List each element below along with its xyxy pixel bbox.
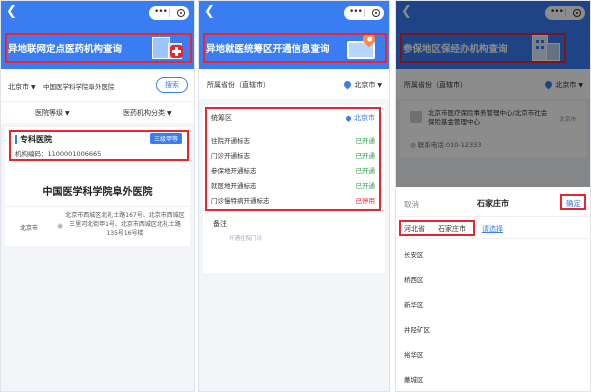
hospital-address: 北京市 ◉ 北京市西城区北礼士路167号、北京市西城区三里河北街甲1号、北京市西… bbox=[5, 206, 190, 246]
search-input[interactable] bbox=[43, 78, 151, 93]
chevron-down-icon: ▼ bbox=[167, 110, 172, 117]
close-target-icon[interactable] bbox=[372, 9, 380, 17]
chevron-down-icon: ▼ bbox=[377, 82, 382, 89]
province-label: 所属省份（直辖市） bbox=[207, 81, 270, 89]
search-button[interactable]: 搜索 bbox=[156, 77, 188, 93]
picker-tabs: 河北省 石家庄市 请选择 bbox=[396, 217, 590, 239]
highlight-box bbox=[9, 130, 189, 161]
hospital-name: 中国医学科学院阜外医院 bbox=[42, 187, 153, 198]
note-text: 开通住院门诊 bbox=[229, 236, 263, 242]
panel-region-query: ❮ ••• 异地就医统筹区开通信息查询 所属省份（直辖市） 北京市 ▼ 统筹区 北… bbox=[198, 0, 390, 392]
district-option[interactable]: 新华区 bbox=[404, 299, 424, 309]
location-icon bbox=[342, 79, 353, 90]
modal-overlay[interactable] bbox=[396, 1, 590, 187]
picker-header: 取消 石家庄市 确定 bbox=[396, 187, 590, 217]
highlight-box bbox=[399, 220, 475, 236]
address-city: 北京市 bbox=[20, 225, 39, 232]
more-icon[interactable]: ••• bbox=[349, 6, 363, 19]
banner: 异地联网定点医药机构查询 bbox=[1, 27, 194, 69]
province-row[interactable]: 所属省份（直辖市） 北京市 ▼ bbox=[199, 69, 389, 99]
close-target-icon[interactable] bbox=[177, 9, 185, 17]
more-icon[interactable]: ••• bbox=[154, 6, 168, 19]
title-bar: ❮ ••• bbox=[199, 1, 389, 27]
district-option[interactable]: 长安区 bbox=[404, 249, 424, 259]
district-option[interactable]: 裕华区 bbox=[404, 349, 424, 359]
tab-district[interactable]: 请选择 bbox=[482, 224, 503, 234]
district-option[interactable]: 井陉矿区 bbox=[404, 324, 430, 334]
banner: 异地就医统筹区开通信息查询 bbox=[199, 27, 389, 69]
title-bar: ❮ ••• bbox=[1, 1, 194, 27]
province-select[interactable]: 北京市 ▼ bbox=[342, 79, 382, 90]
filter-hospital-level[interactable]: 医院等级 ▼ bbox=[35, 108, 70, 118]
region-info-card: 统筹区 北京市 住院开通标志 已开通 门诊开通标志 已开通 参保地开通标志 已开通 就… bbox=[203, 105, 385, 273]
back-icon[interactable]: ❮ bbox=[6, 5, 17, 19]
miniprogram-capsule[interactable]: ••• bbox=[149, 6, 189, 20]
district-option[interactable]: 桥西区 bbox=[404, 274, 424, 284]
highlight-box bbox=[560, 194, 586, 210]
filter-bar: 医院等级 ▼ 医药机构分类 ▼ bbox=[1, 101, 194, 123]
filter-institution-type[interactable]: 医药机构分类 ▼ bbox=[123, 108, 172, 118]
highlight-box bbox=[203, 33, 387, 63]
panel-agency-query: ❮ ••• 参保地区保经办机构查询 所属省份（直辖市） 北京市 ▼ 北京市医疗保险… bbox=[395, 0, 591, 392]
address-text: 北京市西城区北礼士路167号、北京市西城区三里河北街甲1号、北京市西城区北礼士路… bbox=[65, 212, 185, 237]
miniprogram-capsule[interactable]: ••• bbox=[344, 6, 384, 20]
search-bar: 北京市▼ 搜索 bbox=[1, 69, 194, 101]
location-icon: ◉ bbox=[57, 222, 64, 230]
chevron-down-icon: ▼ bbox=[65, 110, 70, 117]
district-option[interactable]: 藁城区 bbox=[404, 374, 424, 384]
region-picker: 取消 石家庄市 确定 河北省 石家庄市 请选择 长安区 桥西区 新华区 井陉矿区… bbox=[396, 187, 590, 391]
highlight-box bbox=[5, 33, 192, 63]
back-icon[interactable]: ❮ bbox=[204, 5, 215, 19]
city-select[interactable]: 北京市 ▼ bbox=[8, 82, 36, 92]
panel-institution-query: ❮ ••• 异地联网定点医药机构查询 北京市▼ 搜索 医院等级▼ 医药机构分类▼… bbox=[0, 0, 195, 392]
note-label: 备注 bbox=[213, 220, 227, 228]
highlight-box bbox=[205, 107, 381, 211]
